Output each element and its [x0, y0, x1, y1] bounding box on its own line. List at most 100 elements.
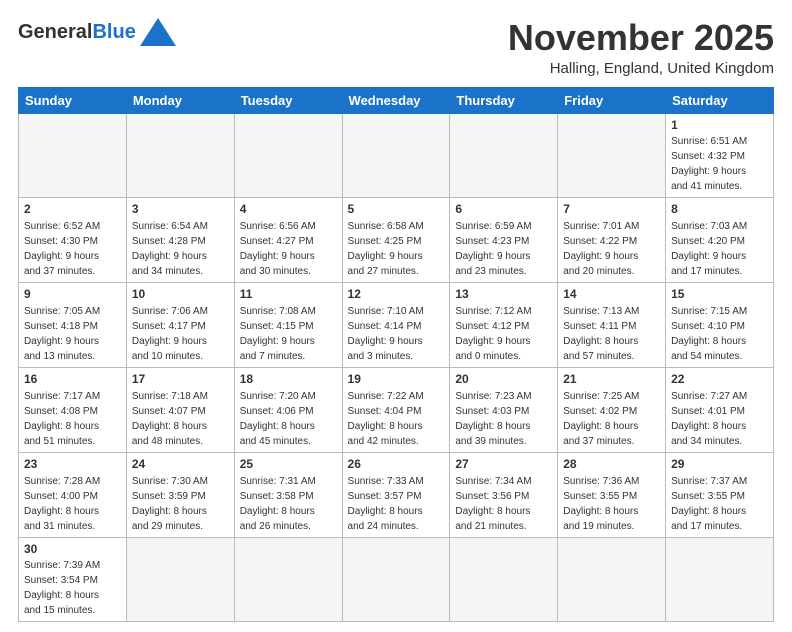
day-number: 15	[671, 286, 768, 303]
calendar-cell: 30 Sunrise: 7:39 AM Sunset: 3:54 PM Dayli…	[19, 537, 127, 622]
calendar-cell	[450, 113, 558, 198]
day-number: 17	[132, 371, 229, 388]
day-info: Sunrise: 6:52 AM Sunset: 4:30 PM Dayligh…	[24, 221, 100, 277]
calendar-cell: 3Sunrise: 6:54 AM Sunset: 4:28 PM Daylig…	[126, 198, 234, 283]
calendar-table: SundayMondayTuesdayWednesdayThursdayFrid…	[18, 87, 774, 623]
day-number: 25	[240, 456, 337, 473]
day-number: 18	[240, 371, 337, 388]
calendar-header-friday: Friday	[558, 87, 666, 113]
day-number: 11	[240, 286, 337, 303]
day-number: 19	[348, 371, 445, 388]
day-info: Sunrise: 7:15 AM Sunset: 4:10 PM Dayligh…	[671, 306, 747, 362]
day-number: 28	[563, 456, 660, 473]
calendar-cell	[558, 537, 666, 622]
calendar-cell	[19, 113, 127, 198]
header: GeneralBlue November 2025 Halling, Engla…	[18, 18, 774, 77]
calendar-cell: 13 Sunrise: 7:12 AM Sunset: 4:12 PM Dayli…	[450, 283, 558, 368]
calendar-cell: 26Sunrise: 7:33 AM Sunset: 3:57 PM Dayli…	[342, 452, 450, 537]
calendar-cell: 23 Sunrise: 7:28 AM Sunset: 4:00 PM Dayli…	[19, 452, 127, 537]
calendar-cell	[234, 113, 342, 198]
logo-general: General	[18, 21, 92, 43]
calendar-cell: 5Sunrise: 6:58 AM Sunset: 4:25 PM Daylig…	[342, 198, 450, 283]
day-number: 30	[24, 541, 121, 558]
calendar-week-0: 1 Sunrise: 6:51 AM Sunset: 4:32 PM Daylig…	[19, 113, 774, 198]
day-number: 16	[24, 371, 121, 388]
day-info: Sunrise: 7:20 AM Sunset: 4:06 PM Dayligh…	[240, 391, 316, 447]
calendar-cell: 25Sunrise: 7:31 AM Sunset: 3:58 PM Dayli…	[234, 452, 342, 537]
day-number: 14	[563, 286, 660, 303]
calendar-cell	[234, 537, 342, 622]
calendar-header-thursday: Thursday	[450, 87, 558, 113]
calendar-cell: 14 Sunrise: 7:13 AM Sunset: 4:11 PM Dayli…	[558, 283, 666, 368]
calendar-cell	[666, 537, 774, 622]
calendar-cell	[558, 113, 666, 198]
calendar-header-sunday: Sunday	[19, 87, 127, 113]
day-number: 10	[132, 286, 229, 303]
title-block: November 2025 Halling, England, United K…	[508, 18, 774, 77]
calendar-cell: 16 Sunrise: 7:17 AM Sunset: 4:08 PM Dayli…	[19, 367, 127, 452]
calendar-cell: 10 Sunrise: 7:06 AM Sunset: 4:17 PM Dayli…	[126, 283, 234, 368]
calendar-cell: 15 Sunrise: 7:15 AM Sunset: 4:10 PM Dayli…	[666, 283, 774, 368]
calendar-cell: 22Sunrise: 7:27 AM Sunset: 4:01 PM Dayli…	[666, 367, 774, 452]
logo: GeneralBlue	[18, 18, 176, 46]
day-info: Sunrise: 7:10 AM Sunset: 4:14 PM Dayligh…	[348, 306, 424, 362]
day-info: Sunrise: 7:18 AM Sunset: 4:07 PM Dayligh…	[132, 391, 208, 447]
day-number: 6	[455, 201, 552, 218]
calendar-cell: 12 Sunrise: 7:10 AM Sunset: 4:14 PM Dayli…	[342, 283, 450, 368]
day-info: Sunrise: 7:28 AM Sunset: 4:00 PM Dayligh…	[24, 476, 100, 532]
calendar-cell: 1 Sunrise: 6:51 AM Sunset: 4:32 PM Daylig…	[666, 113, 774, 198]
day-info: Sunrise: 7:37 AM Sunset: 3:55 PM Dayligh…	[671, 476, 747, 532]
day-info: Sunrise: 7:17 AM Sunset: 4:08 PM Dayligh…	[24, 391, 100, 447]
calendar-cell: 18 Sunrise: 7:20 AM Sunset: 4:06 PM Dayli…	[234, 367, 342, 452]
day-number: 21	[563, 371, 660, 388]
day-number: 1	[671, 117, 768, 134]
calendar-week-2: 9Sunrise: 7:05 AM Sunset: 4:18 PM Daylig…	[19, 283, 774, 368]
day-info: Sunrise: 7:12 AM Sunset: 4:12 PM Dayligh…	[455, 306, 531, 362]
calendar-cell: 27Sunrise: 7:34 AM Sunset: 3:56 PM Dayli…	[450, 452, 558, 537]
day-info: Sunrise: 7:25 AM Sunset: 4:02 PM Dayligh…	[563, 391, 639, 447]
day-info: Sunrise: 7:08 AM Sunset: 4:15 PM Dayligh…	[240, 306, 316, 362]
day-info: Sunrise: 7:13 AM Sunset: 4:11 PM Dayligh…	[563, 306, 639, 362]
calendar-week-3: 16 Sunrise: 7:17 AM Sunset: 4:08 PM Dayli…	[19, 367, 774, 452]
calendar-cell: 8Sunrise: 7:03 AM Sunset: 4:20 PM Daylig…	[666, 198, 774, 283]
calendar-cell	[342, 113, 450, 198]
day-number: 24	[132, 456, 229, 473]
day-info: Sunrise: 7:22 AM Sunset: 4:04 PM Dayligh…	[348, 391, 424, 447]
calendar-cell	[126, 113, 234, 198]
calendar-week-1: 2Sunrise: 6:52 AM Sunset: 4:30 PM Daylig…	[19, 198, 774, 283]
day-info: Sunrise: 7:23 AM Sunset: 4:03 PM Dayligh…	[455, 391, 531, 447]
day-info: Sunrise: 7:36 AM Sunset: 3:55 PM Dayligh…	[563, 476, 639, 532]
day-info: Sunrise: 6:58 AM Sunset: 4:25 PM Dayligh…	[348, 221, 424, 277]
day-info: Sunrise: 7:27 AM Sunset: 4:01 PM Dayligh…	[671, 391, 747, 447]
day-info: Sunrise: 6:56 AM Sunset: 4:27 PM Dayligh…	[240, 221, 316, 277]
calendar-header-monday: Monday	[126, 87, 234, 113]
page: GeneralBlue November 2025 Halling, Engla…	[0, 0, 792, 632]
calendar-cell	[450, 537, 558, 622]
day-info: Sunrise: 6:59 AM Sunset: 4:23 PM Dayligh…	[455, 221, 531, 277]
day-number: 20	[455, 371, 552, 388]
day-number: 26	[348, 456, 445, 473]
day-number: 4	[240, 201, 337, 218]
day-number: 23	[24, 456, 121, 473]
day-number: 29	[671, 456, 768, 473]
calendar-cell: 9Sunrise: 7:05 AM Sunset: 4:18 PM Daylig…	[19, 283, 127, 368]
calendar-cell: 29 Sunrise: 7:37 AM Sunset: 3:55 PM Dayli…	[666, 452, 774, 537]
calendar-header-saturday: Saturday	[666, 87, 774, 113]
day-number: 12	[348, 286, 445, 303]
calendar-header-row: SundayMondayTuesdayWednesdayThursdayFrid…	[19, 87, 774, 113]
day-info: Sunrise: 7:39 AM Sunset: 3:54 PM Dayligh…	[24, 560, 100, 616]
day-info: Sunrise: 7:06 AM Sunset: 4:17 PM Dayligh…	[132, 306, 208, 362]
day-info: Sunrise: 6:54 AM Sunset: 4:28 PM Dayligh…	[132, 221, 208, 277]
day-number: 27	[455, 456, 552, 473]
calendar-cell: 28 Sunrise: 7:36 AM Sunset: 3:55 PM Dayli…	[558, 452, 666, 537]
calendar-cell: 6 Sunrise: 6:59 AM Sunset: 4:23 PM Daylig…	[450, 198, 558, 283]
day-info: Sunrise: 6:51 AM Sunset: 4:32 PM Dayligh…	[671, 136, 747, 192]
logo-icon	[140, 18, 176, 46]
calendar-week-4: 23 Sunrise: 7:28 AM Sunset: 4:00 PM Dayli…	[19, 452, 774, 537]
day-info: Sunrise: 7:03 AM Sunset: 4:20 PM Dayligh…	[671, 221, 747, 277]
logo-text: GeneralBlue	[18, 21, 136, 44]
day-number: 13	[455, 286, 552, 303]
day-info: Sunrise: 7:30 AM Sunset: 3:59 PM Dayligh…	[132, 476, 208, 532]
calendar-cell	[342, 537, 450, 622]
day-number: 7	[563, 201, 660, 218]
